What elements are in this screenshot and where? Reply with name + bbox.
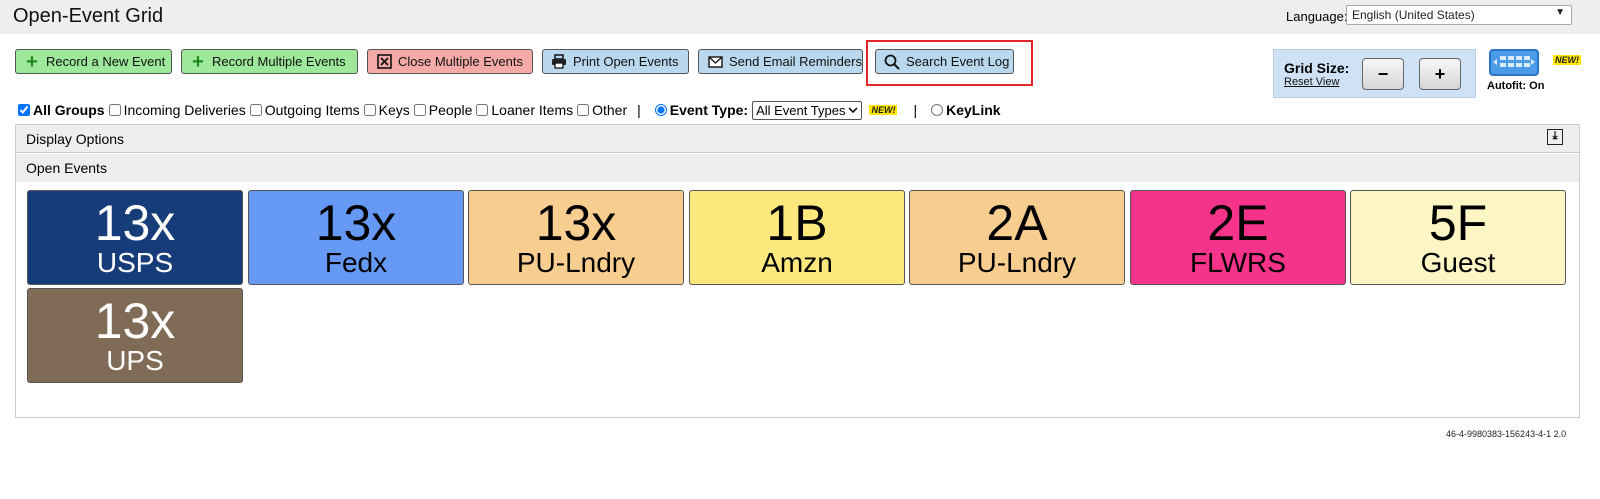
close-multiple-events-button[interactable]: Close Multiple Events [367, 49, 533, 74]
tile-label: UPS [106, 345, 164, 376]
print-open-events-label: Print Open Events [573, 54, 679, 69]
tile-count: 13x [94, 293, 176, 349]
keys-checkbox[interactable] [363, 104, 376, 116]
language-select[interactable]: English (United States) ▼ [1346, 5, 1572, 25]
all-groups-label: All Groups [33, 102, 105, 118]
event-tile[interactable]: 1B Amzn [689, 190, 905, 285]
tile-label: PU-Lndry [516, 247, 636, 278]
open-events-label: Open Events [26, 160, 107, 176]
incoming-deliveries-label: Incoming Deliveries [123, 102, 246, 118]
event-type-radio[interactable] [654, 104, 667, 116]
autofit-status: Autofit: On [1487, 80, 1545, 92]
plus-icon: + [192, 50, 204, 73]
tile-count: 13x [94, 195, 176, 251]
language-select-value: English (United States) [1352, 8, 1475, 22]
tile-label: Fedx [324, 247, 388, 278]
language-label: Language: [1286, 9, 1348, 24]
event-tile[interactable]: 5F Guest [1350, 190, 1566, 285]
outgoing-items-label: Outgoing Items [264, 102, 360, 118]
page-title: Open-Event Grid [13, 5, 164, 27]
tile-count: 2E [1207, 195, 1269, 251]
build-id: 46-4-9980383-156243-4-1 2.0 [1446, 429, 1567, 439]
print-open-events-button[interactable]: Print Open Events [542, 49, 689, 74]
event-tile[interactable]: 13x USPS [27, 190, 243, 285]
close-box-icon [376, 54, 392, 70]
other-label: Other [592, 102, 628, 118]
grid-size-label: Grid Size: [1284, 60, 1350, 76]
new-badge: NEW! [1553, 55, 1581, 65]
page-header: Open-Event Grid Language: English (Unite… [0, 0, 1600, 34]
people-checkbox[interactable] [413, 104, 426, 116]
event-tile[interactable]: 13x Fedx [248, 190, 464, 285]
reset-view-link[interactable]: Reset View [1284, 76, 1339, 88]
tile-label: PU-Lndry [957, 247, 1077, 278]
other-checkbox[interactable] [577, 104, 590, 116]
tile-count: 13x [535, 195, 617, 251]
grid-size-panel: Grid Size: Reset View − + [1273, 49, 1476, 98]
tile-label: Amzn [761, 247, 833, 278]
tile-count: 2A [986, 195, 1048, 251]
plus-icon: + [26, 50, 38, 73]
grid-size-decrease-button[interactable]: − [1362, 58, 1404, 90]
grid-size-increase-button[interactable]: + [1419, 58, 1461, 90]
people-label: People [428, 102, 473, 118]
loaner-items-checkbox[interactable] [476, 104, 489, 116]
all-groups-checkbox[interactable] [18, 104, 30, 116]
filter-separator: | [637, 102, 641, 118]
record-multiple-events-button[interactable]: + Record Multiple Events [181, 49, 358, 74]
tile-count: 1B [766, 195, 828, 251]
new-badge: NEW! [869, 105, 898, 115]
keylink-radio[interactable] [931, 104, 944, 116]
event-type-select-value: All Event Types [756, 102, 846, 118]
send-email-reminders-label: Send Email Reminders [729, 54, 862, 69]
event-tile[interactable]: 13x UPS [27, 288, 243, 383]
record-multiple-events-label: Record Multiple Events [212, 54, 346, 69]
keylink-label: KeyLink [946, 102, 1001, 118]
open-events-bar: Open Events [16, 154, 1579, 182]
event-type-select[interactable]: All Event Types [752, 100, 863, 120]
send-email-reminders-button[interactable]: Send Email Reminders [698, 49, 863, 74]
close-multiple-events-label: Close Multiple Events [398, 54, 523, 69]
events-panel: Display Options ⤓ Open Events 13x USPS 1… [15, 124, 1580, 418]
display-options-label: Display Options [26, 131, 125, 147]
chevron-down-icon: ▼ [1555, 7, 1565, 18]
group-filters: All Groups Incoming Deliveries Outgoing … [18, 100, 1001, 120]
expand-collapse-icon[interactable]: ⤓ [1547, 129, 1563, 145]
loaner-items-label: Loaner Items [491, 102, 574, 118]
display-options-bar[interactable]: Display Options ⤓ [16, 125, 1579, 153]
search-event-log-highlight [866, 40, 1033, 86]
keys-label: Keys [378, 102, 410, 118]
incoming-deliveries-checkbox[interactable] [108, 104, 121, 116]
printer-icon [551, 54, 567, 70]
autofit-grid-icon[interactable] [1489, 49, 1539, 76]
filter-separator: | [913, 102, 918, 118]
outgoing-items-checkbox[interactable] [249, 104, 262, 116]
tile-count: 13x [315, 195, 397, 251]
event-tile[interactable]: 13x PU-Lndry [468, 190, 684, 285]
envelope-icon [707, 54, 723, 70]
chevron-down-icon [848, 106, 859, 113]
tile-label: FLWRS [1190, 247, 1286, 278]
tile-count: 5F [1428, 195, 1488, 251]
event-tile[interactable]: 2E FLWRS [1130, 190, 1346, 285]
tile-label: USPS [96, 247, 174, 278]
record-new-event-label: Record a New Event [46, 54, 166, 69]
tile-label: Guest [1420, 247, 1496, 278]
event-type-label: Event Type: [669, 102, 749, 118]
record-new-event-button[interactable]: + Record a New Event [15, 49, 172, 74]
event-tile[interactable]: 2A PU-Lndry [909, 190, 1125, 285]
